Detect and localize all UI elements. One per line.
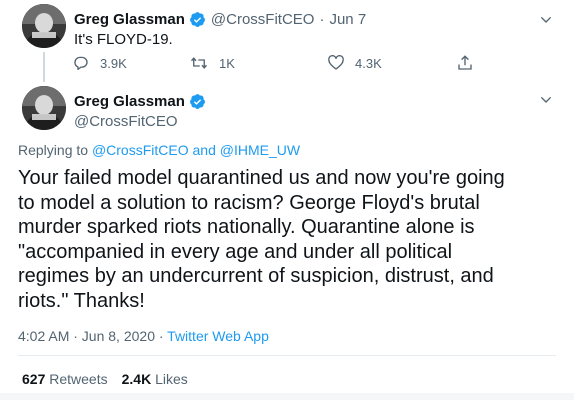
tweet-text-line: murder sparked riots nationally. Quarant… xyxy=(18,216,475,238)
verified-badge-icon xyxy=(189,93,205,109)
retweet-button[interactable]: 1K xyxy=(189,52,235,74)
display-name[interactable]: Greg Glassman xyxy=(74,11,185,28)
handle[interactable]: @CrossFitCEO xyxy=(74,113,211,130)
likes-label: Likes xyxy=(155,371,188,387)
avatar[interactable] xyxy=(22,4,66,48)
divider xyxy=(18,355,556,356)
tweet-text-line: to model a solution to racism? George Fl… xyxy=(18,191,480,214)
tweet-meta: 4:02 AM · Jun 8, 2020 · Twitter Web App xyxy=(18,328,269,344)
like-button[interactable]: 4.3K xyxy=(327,52,382,74)
retweets-stat[interactable]: 627 Retweets xyxy=(22,371,108,387)
likes-stat[interactable]: 2.4K Likes xyxy=(122,371,188,387)
handle[interactable]: @CrossFitCEO xyxy=(211,11,315,28)
tweet-source-link[interactable]: Twitter Web App xyxy=(167,328,269,344)
tweet-header: Greg Glassman @CrossFitCEO xyxy=(74,91,211,130)
retweet-icon xyxy=(190,57,208,69)
tweet-thread: Greg Glassman @CrossFitCEO · Jun 7 It's … xyxy=(0,0,574,400)
separator: · xyxy=(319,10,325,28)
retweet-total: 627 xyxy=(22,371,46,387)
replying-label: Replying to xyxy=(18,142,89,158)
heart-icon xyxy=(328,55,344,70)
previous-tweet[interactable]: Greg Glassman @CrossFitCEO · Jun 7 It's … xyxy=(0,0,574,82)
reply-icon xyxy=(74,56,88,71)
tweet-text: It's FLOYD-19. xyxy=(74,31,173,48)
reply-count: 3.9K xyxy=(100,55,127,71)
tweet-stats: 627 Retweets 2.4K Likes xyxy=(22,371,188,387)
verified-badge-icon xyxy=(189,11,205,27)
tweet-text-line: "accompanied in every age and under all … xyxy=(18,240,453,263)
bottom-edge xyxy=(0,393,574,400)
retweet-count: 1K xyxy=(219,55,235,71)
display-name[interactable]: Greg Glassman xyxy=(74,93,185,110)
tweet-timestamp[interactable]: 4:02 AM · Jun 8, 2020 · xyxy=(18,328,164,344)
reply-button[interactable]: 3.9K xyxy=(72,52,127,74)
replying-to: Replying to @CrossFitCEO and @IHME_UW xyxy=(18,142,300,158)
like-total: 2.4K xyxy=(121,371,152,387)
mention-link[interactable]: @IHME_UW xyxy=(220,142,300,158)
tweet-text: Your failed model quarantined us and now… xyxy=(18,166,558,313)
tweet-text-line: Your failed model quarantined us and now… xyxy=(18,167,505,189)
tweet-actions: 3.9K 1K 4.3K xyxy=(70,52,490,74)
chevron-down-icon[interactable] xyxy=(538,92,554,108)
share-button[interactable] xyxy=(456,52,484,74)
share-icon xyxy=(458,55,472,70)
mention-and: and xyxy=(192,142,216,158)
tweet-header: Greg Glassman @CrossFitCEO · Jun 7 xyxy=(74,9,366,29)
mention-link[interactable]: @CrossFitCEO xyxy=(92,142,189,158)
tweet-text-line: riots." Thanks! xyxy=(18,289,145,312)
thread-connector-line xyxy=(43,52,45,82)
retweets-label: Retweets xyxy=(49,371,108,387)
like-count: 4.3K xyxy=(355,55,382,71)
tweet-date[interactable]: Jun 7 xyxy=(329,11,366,28)
tweet-text-line: regimes by an undercurrent of suspicion,… xyxy=(18,265,494,287)
chevron-down-icon[interactable] xyxy=(538,12,554,28)
avatar[interactable] xyxy=(22,86,66,130)
